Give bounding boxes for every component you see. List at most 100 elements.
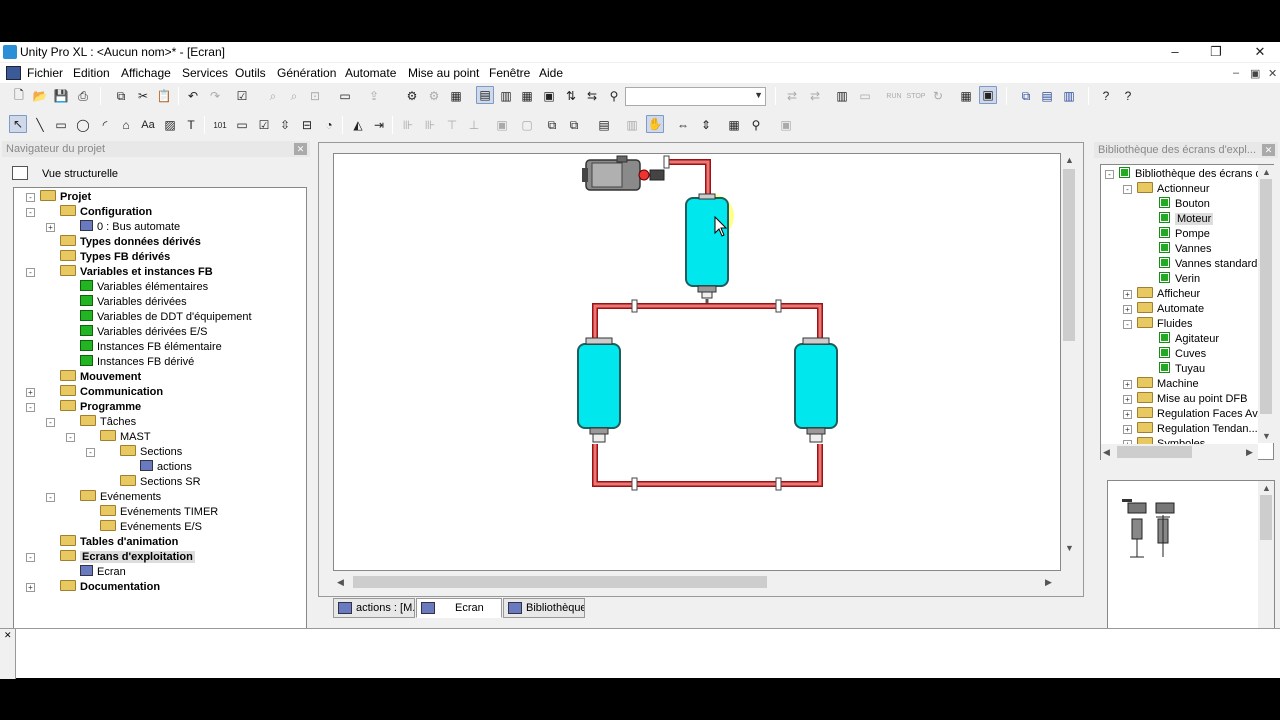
tree-node[interactable]: Instances FB dérivé (80, 355, 194, 370)
tree-node[interactable]: Evénements E/S (100, 520, 202, 535)
connect-icon[interactable]: ⇄ (783, 87, 801, 105)
vertical-scroll-thumb[interactable] (1063, 169, 1075, 341)
text-tool-icon[interactable]: Aa (139, 116, 157, 134)
cross-ref-icon[interactable]: ⇅ (562, 87, 580, 105)
library-node[interactable]: Vannes standard (1159, 257, 1257, 272)
screen-icon[interactable]: ▭ (336, 87, 354, 105)
zoom-icon[interactable]: ⊡ (306, 87, 324, 105)
scroll-right-icon[interactable]: ▶ (1246, 447, 1253, 458)
scroll-down-icon[interactable]: ▼ (1065, 543, 1074, 553)
motor-symbol[interactable] (582, 155, 665, 191)
validate-icon[interactable]: ☑ (233, 87, 251, 105)
mdi-minimize-button[interactable]: – (1233, 67, 1239, 79)
collapse-icon[interactable]: - (1123, 185, 1132, 194)
scroll-left-icon[interactable]: ◀ (1103, 447, 1110, 458)
library-hscroll-thumb[interactable] (1117, 446, 1192, 458)
collapse-icon[interactable]: - (26, 403, 35, 412)
expand-icon[interactable]: + (1123, 425, 1132, 434)
run-icon[interactable]: RUN (885, 87, 903, 105)
library-node[interactable]: Moteur (1159, 212, 1214, 227)
tree-node[interactable]: 0 : Bus automate (80, 220, 180, 235)
replace-icon[interactable]: ⌕ (285, 87, 303, 105)
align-center-icon[interactable]: ⊪ (421, 116, 439, 134)
maximize-button[interactable]: ❐ (1196, 42, 1236, 62)
tree-node[interactable]: Ecran (80, 565, 126, 580)
library-icon[interactable]: ⚲ (747, 116, 765, 134)
simulator-icon[interactable]: ▥ (833, 87, 851, 105)
tree-node[interactable]: MAST (100, 430, 151, 445)
preview-scroll-thumb[interactable] (1260, 495, 1272, 540)
tree-node[interactable]: Evénements (80, 490, 161, 505)
open-icon[interactable]: 📂 (31, 87, 49, 105)
collapse-icon[interactable]: - (46, 493, 55, 502)
search-combo[interactable]: ▼ (625, 87, 766, 106)
tree-node[interactable]: Types FB dérivés (60, 250, 170, 265)
align-bottom-icon[interactable]: ⊥ (465, 116, 483, 134)
button-tool-icon[interactable]: ▭ (233, 116, 251, 134)
library-node[interactable]: Cuves (1159, 347, 1206, 362)
tree-node[interactable]: Communication (60, 385, 163, 400)
save-icon[interactable]: 💾 (52, 87, 70, 105)
scroll-left-icon[interactable]: ◀ (337, 577, 344, 588)
menu-services[interactable]: Services (182, 66, 228, 80)
collapse-icon[interactable]: - (46, 418, 55, 427)
scroll-down-icon[interactable]: ▼ (1262, 431, 1271, 441)
menu-fichier[interactable]: Fichier (27, 66, 63, 80)
library-node[interactable]: Mise au point DFB (1137, 392, 1247, 407)
collapse-icon[interactable]: - (1123, 320, 1132, 329)
library-scroll-thumb[interactable] (1260, 179, 1272, 414)
menu-aide[interactable]: Aide (539, 66, 563, 80)
checkbox-tool-icon[interactable]: ☑ (255, 116, 273, 134)
arc-tool-icon[interactable]: ◜ (96, 116, 114, 134)
library-node[interactable]: Agitateur (1159, 332, 1219, 347)
library-horizontal-scrollbar[interactable]: ◀ ▶ (1101, 444, 1258, 460)
library-node[interactable]: Fluides (1137, 317, 1192, 332)
library-node[interactable]: Vannes (1159, 242, 1212, 257)
tile-horizontal-icon[interactable]: ▤ (1038, 87, 1056, 105)
tab-ecran[interactable]: Ecran (416, 598, 502, 618)
disconnect-icon[interactable]: ⇄ (806, 87, 824, 105)
expand-icon[interactable]: + (26, 583, 35, 592)
menu-generation[interactable]: Génération (277, 66, 336, 80)
tree-node[interactable]: Variables dérivées E/S (80, 325, 207, 340)
group-icon[interactable]: ▣ (493, 116, 511, 134)
undo-icon[interactable]: ↶ (184, 87, 202, 105)
select-arrow-icon[interactable]: ↖ (9, 115, 27, 133)
preview-vertical-scrollbar[interactable]: ▲ ▼ (1258, 481, 1274, 643)
tree-node[interactable]: Sections SR (120, 475, 201, 490)
output-close-icon[interactable]: ✕ (4, 630, 12, 641)
tree-node[interactable]: Tâches (80, 415, 136, 430)
collapse-icon[interactable]: - (26, 208, 35, 217)
tree-node[interactable]: Configuration (60, 205, 152, 220)
properties-icon[interactable]: ▤ (595, 116, 613, 134)
tank-right[interactable] (794, 337, 838, 443)
transfer-icon[interactable]: ▭ (856, 87, 874, 105)
distribute-h-icon[interactable]: ⇔ (674, 116, 692, 134)
expand-icon[interactable]: + (1123, 290, 1132, 299)
tree-node[interactable]: Variables dérivées (80, 295, 187, 310)
library-node[interactable]: Regulation Faces Av... (1137, 407, 1266, 422)
tank-top[interactable] (685, 193, 729, 299)
library-node[interactable]: Pompe (1159, 227, 1210, 242)
send-back-icon[interactable]: ⧉ (565, 116, 583, 134)
menu-outils[interactable]: Outils (235, 66, 266, 80)
library-node[interactable]: Verin (1159, 272, 1200, 287)
rotate-icon[interactable]: ⇥ (370, 116, 388, 134)
init-icon[interactable]: ↻ (929, 87, 947, 105)
flip-icon[interactable]: ◭ (349, 116, 367, 134)
canvas-vertical-scrollbar[interactable]: ▲ ▼ (1061, 153, 1077, 558)
library-node[interactable]: Tuyau (1159, 362, 1205, 377)
rectangle-tool-icon[interactable]: ▭ (52, 116, 70, 134)
expand-icon[interactable]: + (46, 223, 55, 232)
tree-node[interactable]: Variables élémentaires (80, 280, 208, 295)
hand-icon[interactable]: ✋ (646, 115, 664, 133)
align-top-icon[interactable]: ⊤ (443, 116, 461, 134)
rebuild-icon[interactable]: ⚙ (425, 87, 443, 105)
new-icon[interactable]: 🗋 (10, 87, 28, 105)
menu-mise-au-point[interactable]: Mise au point (408, 66, 479, 80)
scroll-right-icon[interactable]: ▶ (1045, 577, 1052, 588)
polygon-tool-icon[interactable]: ⌂ (117, 116, 135, 134)
tree-node[interactable]: Evénements TIMER (100, 505, 218, 520)
image-tool-icon[interactable]: ▨ (161, 116, 179, 134)
canvas-horizontal-scrollbar[interactable]: ◀ ▶ (333, 574, 1061, 590)
